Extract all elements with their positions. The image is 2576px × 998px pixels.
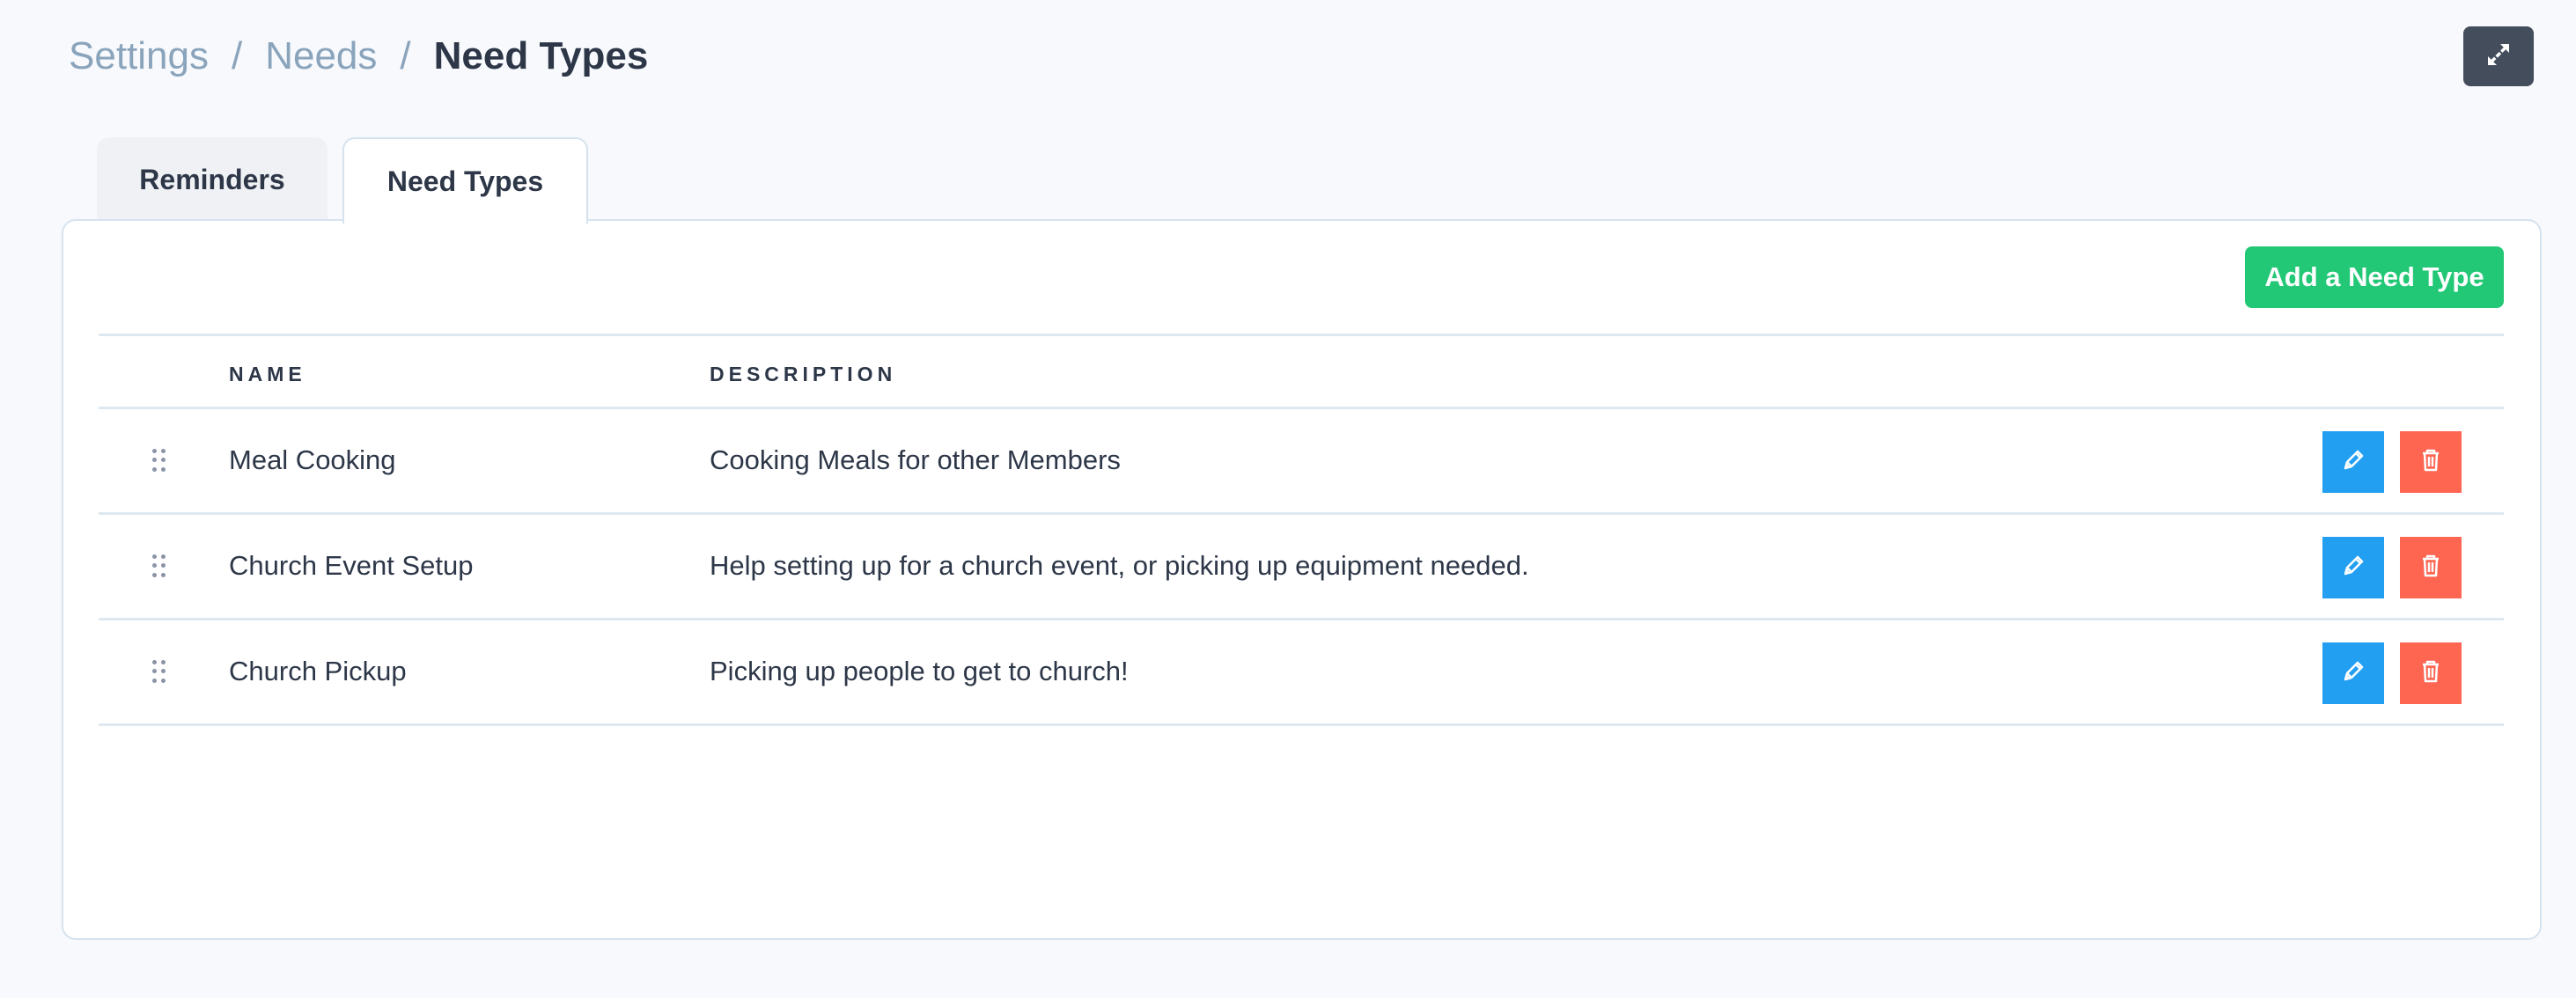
breadcrumb: Settings / Needs / Need Types bbox=[69, 30, 648, 83]
table-row: Church Pickup Picking up people to get t… bbox=[99, 620, 2504, 726]
trash-icon bbox=[2417, 657, 2445, 690]
pencil-icon bbox=[2339, 446, 2367, 479]
breadcrumb-separator: / bbox=[231, 34, 243, 77]
need-type-name: Meal Cooking bbox=[229, 444, 396, 475]
need-type-description: Picking up people to get to church! bbox=[710, 656, 1129, 686]
pencil-icon bbox=[2339, 552, 2367, 584]
pencil-icon bbox=[2339, 657, 2367, 690]
need-type-name: Church Pickup bbox=[229, 656, 407, 686]
edit-button[interactable] bbox=[2322, 537, 2384, 598]
table-row: Church Event Setup Help setting up for a… bbox=[99, 515, 2504, 620]
edit-button[interactable] bbox=[2322, 642, 2384, 704]
delete-button[interactable] bbox=[2400, 537, 2462, 598]
breadcrumb-needs[interactable]: Needs bbox=[265, 30, 377, 83]
delete-button[interactable] bbox=[2400, 642, 2462, 704]
need-type-description: Help setting up for a church event, or p… bbox=[710, 550, 1529, 581]
table-row: Meal Cooking Cooking Meals for other Mem… bbox=[99, 409, 2504, 515]
need-type-description: Cooking Meals for other Members bbox=[710, 444, 1121, 475]
drag-handle-icon[interactable] bbox=[152, 449, 166, 472]
breadcrumb-separator: / bbox=[400, 34, 411, 77]
trash-icon bbox=[2417, 446, 2445, 479]
column-header-description[interactable]: DESCRIPTION bbox=[710, 363, 896, 386]
need-type-name: Church Event Setup bbox=[229, 550, 474, 581]
trash-icon bbox=[2417, 552, 2445, 584]
edit-button[interactable] bbox=[2322, 431, 2384, 493]
breadcrumb-settings[interactable]: Settings bbox=[69, 30, 209, 83]
add-need-type-button[interactable]: Add a Need Type bbox=[2245, 246, 2504, 308]
tab-need-types[interactable]: Need Types bbox=[342, 137, 588, 224]
need-types-table: NAME DESCRIPTION Meal Cooking Cooking Me… bbox=[99, 334, 2504, 726]
table-header: NAME DESCRIPTION bbox=[99, 334, 2504, 409]
expand-arrows-icon bbox=[2484, 40, 2513, 73]
drag-handle-icon[interactable] bbox=[152, 660, 166, 683]
expand-button[interactable] bbox=[2463, 26, 2534, 86]
page-title: Need Types bbox=[433, 34, 649, 77]
tab-reminders[interactable]: Reminders bbox=[97, 137, 328, 222]
column-header-name[interactable]: NAME bbox=[229, 363, 306, 386]
delete-button[interactable] bbox=[2400, 431, 2462, 493]
drag-handle-icon[interactable] bbox=[152, 554, 166, 577]
